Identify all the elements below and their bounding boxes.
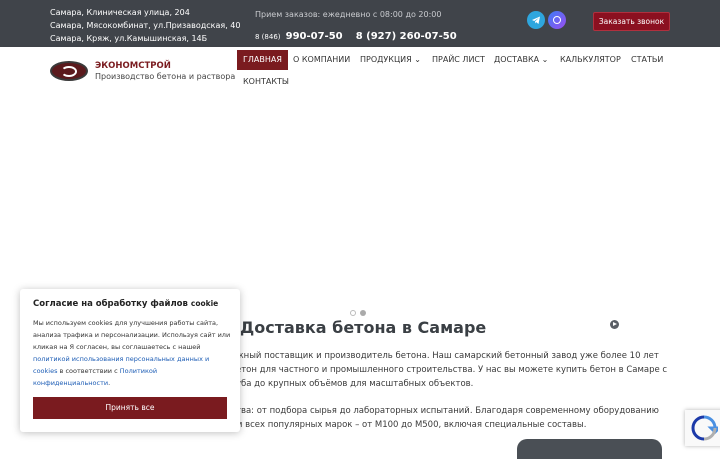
phone2-link[interactable]: 8 (927) 260-07-50	[356, 31, 457, 42]
site-header: ЭКОНОМСТРОЙ Производство бетона и раство…	[0, 47, 720, 98]
nav-item-about[interactable]: О КОМПАНИИ	[293, 50, 350, 70]
brand-name[interactable]: ЭКОНОМСТРОЙ	[95, 61, 171, 71]
nav-item-price[interactable]: ПРАЙС ЛИСТ	[432, 50, 485, 70]
nav-item-calculator[interactable]: КАЛЬКУЛЯТОР	[560, 50, 621, 70]
company-logo-icon[interactable]	[50, 61, 88, 81]
paragraph-line: жный поставщик и производитель бетона. Н…	[236, 351, 659, 361]
address-item: Самара, Мясокомбинат, ул.Призаводская, 4…	[50, 21, 241, 30]
nav-item-contacts[interactable]: КОНТАКТЫ	[243, 72, 289, 92]
brand-tagline: Производство бетона и раствора	[95, 72, 236, 81]
slider-dot[interactable]	[350, 310, 356, 316]
play-icon[interactable]	[610, 320, 619, 329]
top-bar: Самара, Клиническая улица, 204 Самара, М…	[0, 0, 720, 47]
max-messenger-icon[interactable]	[548, 11, 566, 29]
order-call-button[interactable]: Заказать звонок	[593, 12, 670, 31]
cookie-consent-dialog: Согласие на обработку файлов cookie Мы и…	[20, 289, 240, 432]
telegram-icon[interactable]	[527, 11, 545, 29]
chat-widget[interactable]	[517, 439, 662, 459]
phones: 8 (846) 990-07-50 8 (927) 260-07-50	[255, 24, 465, 43]
address-item: Самара, Кряж, ул.Камышинская, 14Б	[50, 34, 208, 43]
nav-item-delivery[interactable]: ДОСТАВКА ⌄	[494, 50, 548, 70]
cookie-text: Мы используем cookies для улучшения рабо…	[33, 319, 231, 387]
paragraph-line: тва: от подбора сырья до лабораторных ис…	[236, 406, 659, 416]
recaptcha-badge[interactable]	[685, 410, 720, 446]
nav-item-products[interactable]: ПРОДУКЦИЯ ⌄	[360, 50, 421, 70]
cookie-title: Согласие на обработку файлов cookie	[33, 299, 219, 309]
paragraph-line: етон для частного и промышленного строит…	[236, 365, 668, 375]
accept-all-button[interactable]: Принять все	[33, 397, 227, 419]
address-list: Самара, Клиническая улица, 204 Самара, М…	[50, 6, 240, 45]
order-hours: Прием заказов: ежедневно с 08:00 до 20:0…	[255, 10, 442, 19]
page-title: Доставка бетона в Самаре	[240, 318, 487, 337]
paragraph-line: м всех популярных марок – от М100 до М50…	[236, 420, 587, 430]
recaptcha-icon	[691, 415, 718, 441]
phone1-code: 8 (846)	[255, 33, 281, 41]
slider-dot-active[interactable]	[360, 310, 366, 316]
nav-item-home[interactable]: ГЛАВНАЯ	[237, 50, 288, 70]
nav-item-articles[interactable]: СТАТЬИ	[631, 50, 663, 70]
phone1-link[interactable]: 990-07-50	[286, 31, 343, 42]
hero-slider	[0, 98, 720, 320]
address-item: Самара, Клиническая улица, 204	[50, 8, 190, 17]
paragraph-line: уба до крупных объёмов для масштабных об…	[236, 379, 474, 389]
